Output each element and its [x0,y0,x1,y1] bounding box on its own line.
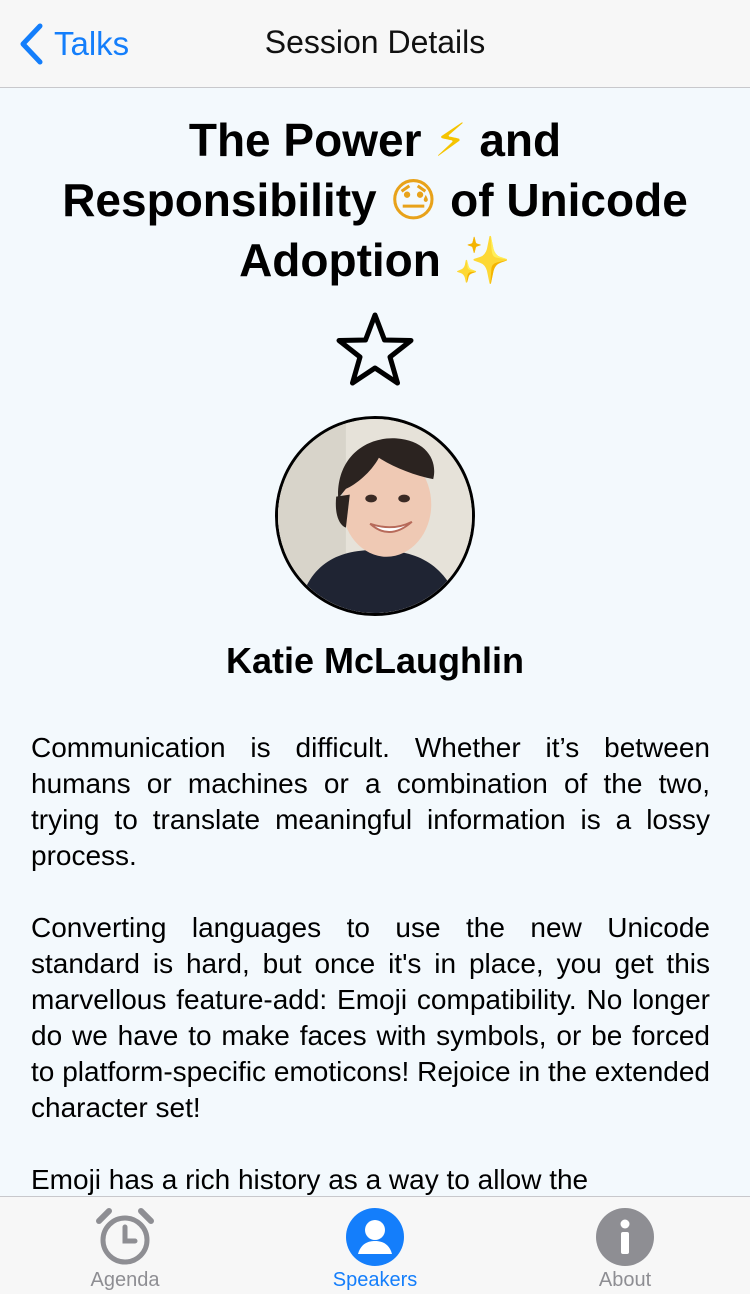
sweat-face-emoji: 😓 [389,173,438,227]
description-paragraph: Communication is difficult. Whether it’s… [31,732,710,871]
description-paragraph: Converting languages to use the new Unic… [31,912,710,1123]
tab-speakers[interactable]: Speakers [250,1197,500,1294]
info-icon [596,1208,654,1266]
session-description: Communication is difficult. Whether it’s… [31,730,710,1196]
lightning-emoji: ⚡ [434,113,467,167]
tab-about[interactable]: About [500,1197,750,1294]
speaker-name[interactable]: Katie McLaughlin [0,640,750,682]
session-details-content[interactable]: The Power ⚡ and Responsibility 😓 of Unic… [0,88,750,1196]
sparkles-emoji: ✨ [453,233,511,287]
tab-agenda[interactable]: Agenda [0,1197,250,1294]
alarm-clock-icon [96,1208,154,1265]
speaker-photo [278,419,472,613]
page-title: Session Details [264,24,486,60]
speaker-avatar [275,416,475,616]
favorite-star-icon[interactable] [334,310,416,390]
navigation-bar: Talks Session Details [0,0,750,88]
tab-bar: Agenda Speakers About [0,1196,750,1294]
person-icon [346,1208,404,1266]
tab-about-label: About [598,1269,652,1291]
tab-agenda-label: Agenda [90,1269,160,1291]
description-paragraph: Emoji has a rich history as a way to all… [31,1164,589,1195]
session-title: The Power ⚡ and Responsibility 😓 of Unic… [40,110,710,290]
tab-speakers-label: Speakers [332,1269,418,1291]
session-title-text-1: The Power [188,114,435,166]
